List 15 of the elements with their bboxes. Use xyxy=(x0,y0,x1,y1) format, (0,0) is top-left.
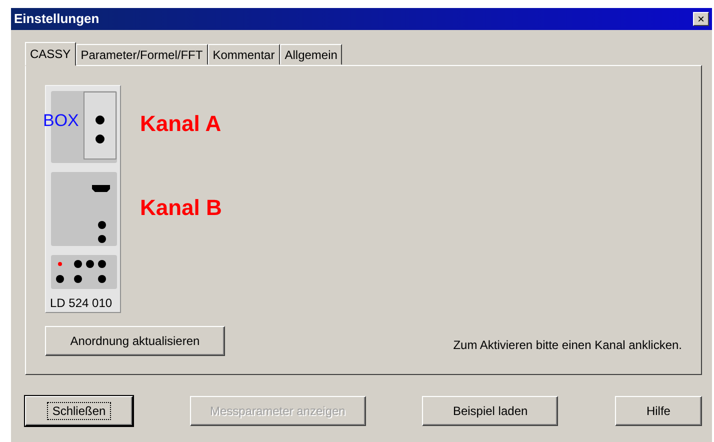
tab[interactable]: Kommentar xyxy=(208,44,280,65)
dialog-button[interactable]: Beispiel laden xyxy=(422,396,558,426)
close-button[interactable]: × xyxy=(693,12,709,26)
tab[interactable]: Allgemein xyxy=(280,44,342,65)
dialog-button[interactable]: Schließen xyxy=(25,396,133,426)
hint-text: Zum Aktivieren bitte einen Kanal anklicken. xyxy=(453,337,682,354)
update-button[interactable]: Anordnung aktualisieren xyxy=(45,326,225,356)
connector-a-drawing xyxy=(84,92,116,160)
socket-drawing xyxy=(51,255,117,289)
tab[interactable]: Parameter/Formel/FFT xyxy=(76,44,208,65)
box-label: BOX xyxy=(43,111,79,131)
dialog-button[interactable]: Hilfe xyxy=(614,396,702,426)
tab[interactable]: CASSY xyxy=(25,42,76,66)
window-title: Einstellungen xyxy=(14,10,100,28)
model-number: LD 524 010 xyxy=(50,296,112,310)
